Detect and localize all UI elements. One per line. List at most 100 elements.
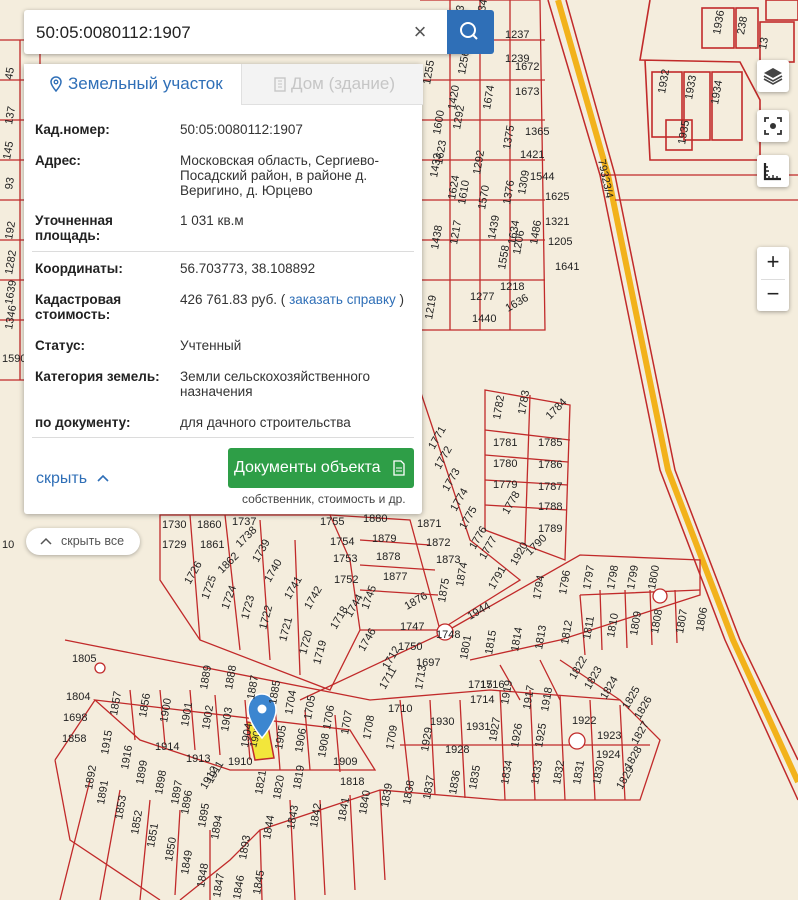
address-value: Московская область, Сергиево-Посадский р… <box>180 153 380 198</box>
cad-number-value: 50:05:0080112:1907 <box>180 122 303 137</box>
parcel-number-label: 1879 <box>372 533 396 545</box>
parcel-number-label: 1804 <box>66 691 90 703</box>
zoom-out-button[interactable]: − <box>757 279 789 311</box>
map-pin-icon <box>50 76 62 92</box>
by-document-value: для дачного строительства <box>180 415 351 430</box>
search-box: × <box>24 10 494 56</box>
layers-icon <box>763 68 783 85</box>
parcel-number-label: 1748 <box>436 629 460 641</box>
parcel-number-label: 1923 <box>597 730 621 742</box>
by-document-label: по документу: <box>35 415 131 430</box>
layers-button[interactable] <box>757 60 789 92</box>
parcel-number-label: 1931 <box>466 721 490 733</box>
parcel-number-label: 1924 <box>596 749 620 761</box>
parcel-number-label: 1321 <box>545 216 569 228</box>
divider <box>32 251 414 252</box>
chevron-up-icon <box>96 474 109 482</box>
parcel-number-label: 1930 <box>430 716 454 728</box>
docs-button-label: Документы объекта <box>234 459 381 476</box>
parcel-number-label: 1928 <box>445 744 469 756</box>
object-documents-button[interactable]: Документы объекта <box>228 448 414 488</box>
land-category-label: Категория земель: <box>35 369 160 384</box>
parcel-number-label: 1205 <box>548 236 572 248</box>
parcel-number-label: 1365 <box>525 126 549 138</box>
tab-land-plot[interactable]: Земельный участок <box>24 64 241 104</box>
search-button[interactable] <box>447 10 494 54</box>
docs-caption: собственник, стоимость и др. <box>242 492 406 506</box>
tab-building-label: Дом (здание) <box>291 74 396 93</box>
locate-button[interactable] <box>757 110 789 142</box>
parcel-number-label: 13 <box>757 36 771 50</box>
parcel-number-label: 1729 <box>162 539 186 551</box>
parcel-number-label: 1914 <box>155 741 179 753</box>
land-category-value: Земли сельскохозяйственного назначения <box>180 369 371 399</box>
coordinates-value: 56.703773, 38.108892 <box>180 261 316 276</box>
status-label: Статус: <box>35 338 85 353</box>
locate-icon <box>764 117 782 135</box>
parcel-number-label: 1237 <box>505 29 529 41</box>
hide-all-button[interactable]: скрыть все <box>26 528 140 555</box>
parcel-number-label: 1673 <box>515 86 539 98</box>
parcel-number-label: 1788 <box>538 501 562 513</box>
parcel-number-label: 1440 <box>472 313 496 325</box>
parcel-number-label: 1858 <box>62 733 86 745</box>
parcel-number-label: 1277 <box>470 291 494 303</box>
parcel-number-label: 1698 <box>63 712 87 724</box>
parcel-number-label: 1218 <box>500 281 524 293</box>
parcel-number-label: 1780 <box>493 458 517 470</box>
document-icon <box>393 460 405 476</box>
search-input[interactable] <box>24 10 388 56</box>
building-icon <box>274 77 286 92</box>
parcel-number-label: 1421 <box>520 149 544 161</box>
tab-building[interactable]: Дом (здание) <box>241 64 423 105</box>
address-label: Адрес: <box>35 153 81 168</box>
parcel-number-label: 1590 <box>2 353 26 365</box>
parcel-number-label: 1787 <box>538 481 562 493</box>
hide-panel-link[interactable]: скрыть <box>36 470 110 488</box>
search-icon <box>460 22 478 40</box>
parcel-number-label: 1880 <box>363 513 387 525</box>
parcel-number-label: 1878 <box>376 551 400 563</box>
cost-close-paren: ) <box>399 292 405 307</box>
parcel-number-label: 1781 <box>493 437 517 449</box>
parcel-number-label: 1910 <box>228 756 252 768</box>
parcel-number-label: 1913 <box>186 753 210 765</box>
zoom-in-button[interactable]: + <box>757 247 789 279</box>
parcel-number-label: 1672 <box>515 61 539 73</box>
parcel-number-label: 93 <box>3 176 17 190</box>
coordinates-label: Координаты: <box>35 261 123 276</box>
parcel-number-label: 1860 <box>197 519 221 531</box>
hide-all-label: скрыть все <box>61 534 125 548</box>
measure-button[interactable] <box>757 155 789 187</box>
parcel-number-label: 1861 <box>200 539 224 551</box>
parcel-number-label: 1871 <box>417 518 441 530</box>
divider <box>32 437 414 438</box>
clear-search-button[interactable]: × <box>410 19 430 44</box>
parcel-number-label: 1754 <box>330 536 354 548</box>
parcel-number-label: 1752 <box>334 574 358 586</box>
area-value: 1 031 кв.м <box>180 213 244 228</box>
parcel-number-label: 1872 <box>426 537 450 549</box>
order-certificate-link[interactable]: заказать справку <box>289 292 396 307</box>
status-value: Учтенный <box>180 338 242 353</box>
parcel-number-label: 1873 <box>436 554 460 566</box>
parcel-number-label: 1779 <box>493 479 517 491</box>
hide-label: скрыть <box>36 470 88 487</box>
zoom-controls: + − <box>757 247 789 311</box>
parcel-number-label: 1922 <box>572 715 596 727</box>
cadastral-cost-value: 426 761.83 руб. ( заказать справку ) <box>180 292 408 307</box>
panel-tabs: Земельный участок Дом (здание) <box>24 64 423 105</box>
parcel-number-label: 1730 <box>162 519 186 531</box>
area-label: Уточненная площадь: <box>35 213 113 243</box>
close-icon: × <box>413 19 427 44</box>
parcel-info-panel: Земельный участок Дом (здание) Кад.номер… <box>24 64 423 514</box>
parcel-number-label: 1785 <box>538 437 562 449</box>
parcel-number-label: 1877 <box>383 571 407 583</box>
measure-icon <box>763 163 781 181</box>
tab-land-plot-label: Земельный участок <box>68 74 223 93</box>
parcel-number-label: 1909 <box>333 756 357 768</box>
parcel-number-label: 1818 <box>340 776 364 788</box>
parcel-number-label: 1714 <box>470 694 494 706</box>
map-edge-number: 10 <box>2 539 14 551</box>
parcel-number-label: 1641 <box>555 261 579 273</box>
